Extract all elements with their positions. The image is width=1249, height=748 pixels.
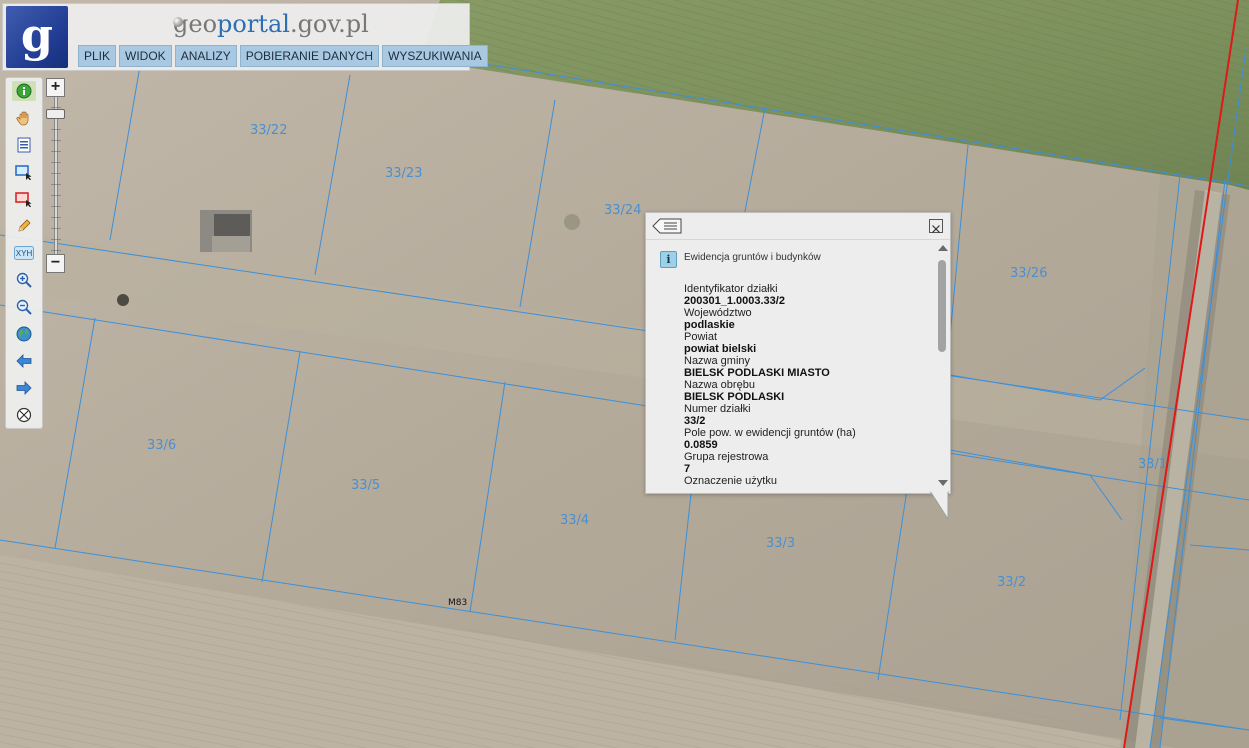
feature-info-popup: i Ewidencja gruntów i budynków Identyfik… [645, 212, 951, 494]
parcel-label: 33/26 [1010, 266, 1047, 281]
field-value-numer-dzialki: 33/2 [684, 415, 706, 427]
select-area-tool-button[interactable] [14, 162, 34, 182]
field-value-powiat: powiat bielski [684, 343, 757, 355]
field-label-grupa-rejestrowa: Grupa rejestrowa [684, 451, 769, 463]
field-value-wojewodztwo: podlaskie [684, 319, 735, 331]
field-label-pole-pow: Pole pow. w ewidencji gruntów (ha) [684, 427, 856, 439]
parcel-label: 33/6 [147, 438, 176, 453]
previous-view-tool-button[interactable] [14, 351, 34, 371]
scrollbar-thumb[interactable] [938, 260, 946, 352]
menu-plik[interactable]: PLIK [78, 45, 117, 67]
boundary-point-label: M83 [448, 598, 467, 608]
list-arrow-icon [652, 218, 682, 234]
menu-analizy[interactable]: ANALIZY [174, 45, 237, 67]
field-label-obreb: Nazwa obrębu [684, 379, 755, 391]
field-label-numer-dzialki: Numer działki [684, 403, 751, 415]
info-icon: i [660, 251, 677, 268]
map-toolbar: XYH [5, 77, 43, 429]
zoom-slider-thumb[interactable] [46, 108, 65, 119]
popup-body: i Ewidencja gruntów i budynków Identyfik… [646, 240, 936, 492]
field-label-oznaczenie-uzytku: Oznaczenie użytku [684, 475, 777, 487]
zoom-in-tool-button[interactable] [14, 270, 34, 290]
popup-scrollbar[interactable] [936, 240, 950, 492]
popup-layer-title: Ewidencja gruntów i budynków [684, 252, 821, 263]
field-label-identyfikator: Identyfikator działki [684, 283, 778, 295]
field-value-gmina: BIELSK PODLASKI MIASTO [684, 367, 830, 379]
popup-header [646, 213, 950, 240]
parcel-label: 33/2 [997, 575, 1026, 590]
draw-tool-button[interactable] [14, 216, 34, 236]
select-rectangle-icon [15, 165, 32, 180]
parcel-label: 33/1 [1138, 457, 1167, 472]
field-value-obreb: BIELSK PODLASKI [684, 391, 785, 403]
clear-tool-button[interactable] [14, 405, 34, 425]
popup-pointer [929, 491, 949, 521]
next-view-tool-button[interactable] [14, 378, 34, 398]
scroll-down-arrow-icon[interactable] [938, 480, 948, 486]
next-view-icon [16, 381, 32, 395]
xyh-tool-button[interactable]: XYH [14, 243, 34, 263]
field-value-grupa-rejestrowa: 7 [684, 463, 691, 475]
zoom-out-tool-button[interactable] [14, 297, 34, 317]
menu-widok[interactable]: WIDOK [119, 45, 172, 67]
parcel-label: 33/5 [351, 478, 380, 493]
field-value-identyfikator: 200301_1.0003.33/2 [684, 295, 785, 307]
attribute-list: Identyfikator działki 200301_1.0003.33/2… [684, 283, 934, 487]
field-label-powiat: Powiat [684, 331, 718, 343]
field-label-gmina: Nazwa gminy [684, 355, 751, 367]
full-extent-tool-button[interactable] [14, 324, 34, 344]
main-menu: PLIK WIDOK ANALIZY POBIERANIE DANYCH WYS… [78, 45, 488, 67]
legend-icon [17, 137, 31, 153]
deselect-rectangle-icon [15, 192, 32, 207]
zoom-slider-ticks [51, 97, 61, 254]
zoom-in-icon [16, 272, 32, 288]
popup-list-button[interactable] [652, 218, 682, 234]
draw-pencil-icon [18, 219, 31, 232]
zoom-out-icon [16, 299, 32, 315]
pan-tool-button[interactable] [14, 108, 34, 128]
parcel-label: 33/4 [560, 513, 589, 528]
scroll-up-arrow-icon[interactable] [938, 245, 948, 251]
field-value-pole-pow: 0.0859 [684, 439, 718, 451]
legend-tool-button[interactable] [14, 135, 34, 155]
field-label-wojewodztwo: Województwo [684, 307, 752, 319]
clear-icon [16, 407, 32, 423]
svg-text:XYH: XYH [16, 249, 33, 258]
parcel-label: 33/3 [766, 536, 795, 551]
deselect-area-tool-button[interactable] [14, 189, 34, 209]
info-icon [16, 83, 32, 99]
pan-hand-icon [16, 111, 29, 126]
map-canvas[interactable]: 33/22 33/23 33/24 33/26 33/6 33/5 33/4 3… [0, 0, 1249, 748]
parcel-label: 33/22 [250, 123, 287, 138]
xyh-coordinates-icon: XYH [14, 246, 34, 260]
globe-dot-icon [173, 17, 183, 27]
site-title: geoportal.gov.pl [173, 10, 369, 38]
previous-view-icon [16, 354, 32, 368]
popup-close-button[interactable] [929, 219, 943, 233]
header-bar: g geoportal.gov.pl PLIK WIDOK ANALIZY PO… [2, 3, 488, 71]
close-icon [932, 225, 940, 233]
parcel-label: 33/24 [604, 203, 641, 218]
geoportal-logo[interactable]: g [6, 6, 68, 68]
aerial-imagery [0, 0, 1249, 748]
menu-pobieranie-danych[interactable]: POBIERANIE DANYCH [239, 45, 380, 67]
menu-wyszukiwania[interactable]: WYSZUKIWANIA [382, 45, 488, 67]
zoom-in-button[interactable]: + [46, 78, 65, 97]
full-extent-globe-icon [16, 326, 32, 342]
info-tool-button[interactable] [12, 81, 36, 101]
zoom-out-button[interactable]: − [46, 254, 65, 273]
parcel-label: 33/23 [385, 166, 422, 181]
